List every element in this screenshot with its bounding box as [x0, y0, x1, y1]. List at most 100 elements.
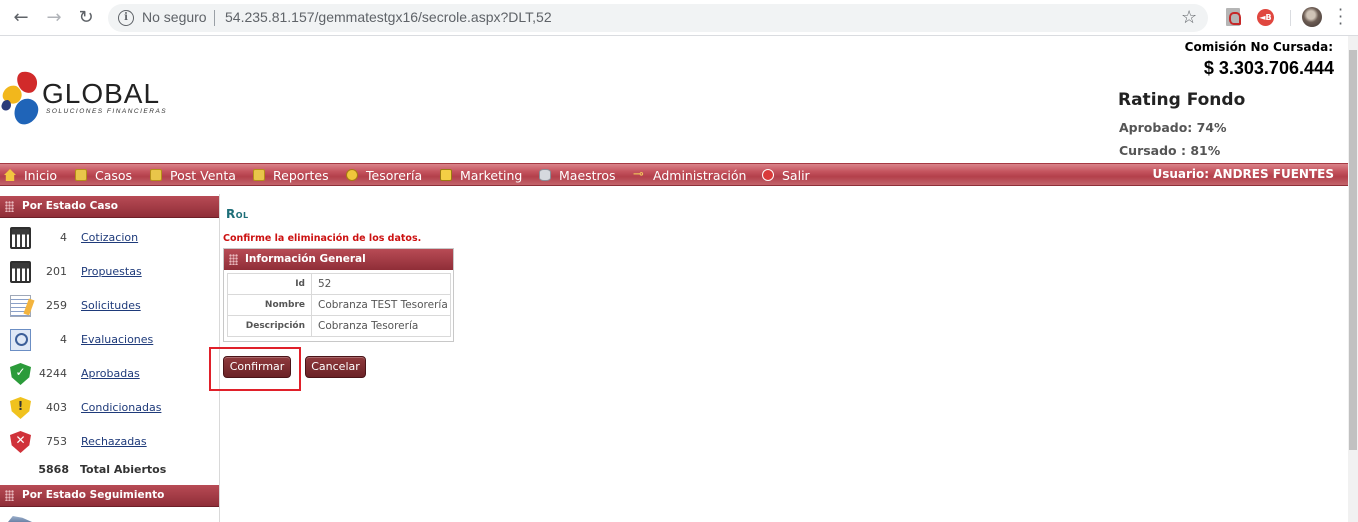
panel-header-estado-seguimiento: Por Estado Seguimiento	[0, 485, 219, 507]
url-text[interactable]: 54.235.81.157/gemmatestgx16/secrole.aspx…	[225, 9, 552, 25]
case-row-propuestas: 201 Propuestas	[0, 255, 219, 289]
case-count: 4	[60, 231, 67, 244]
case-row-rechazadas: ✕ 753 Rechazadas	[0, 425, 219, 459]
menu-label: Casos	[95, 168, 133, 183]
case-link-condicionadas[interactable]: Condicionadas	[81, 401, 161, 414]
case-link-evaluaciones[interactable]: Evaluaciones	[81, 333, 153, 346]
sidebar: Por Estado Caso 4 Cotizacion 201 Propues…	[0, 194, 220, 522]
menu-label: Administración	[653, 168, 747, 183]
screen-icon	[440, 169, 452, 181]
rating-coursed: Cursado : 81%	[1119, 143, 1221, 158]
magnifier-icon	[10, 329, 31, 351]
field-value: 52	[311, 273, 451, 295]
security-status: No seguro	[142, 9, 207, 25]
grip-icon	[5, 201, 14, 212]
case-row-evaluaciones: 4 Evaluaciones	[0, 323, 219, 357]
field-value: Cobranza TEST Tesorería	[311, 294, 451, 316]
back-arrow-icon[interactable]: ←	[10, 7, 32, 29]
pdf-extension-icon[interactable]	[1226, 8, 1241, 26]
grip-icon	[5, 490, 14, 501]
shield-x-icon: ✕	[10, 431, 31, 453]
info-table: Id 52 Nombre Cobranza TEST Tesorería Des…	[227, 273, 451, 337]
folder-icon	[253, 169, 265, 181]
shield-warning-icon: !	[10, 397, 31, 419]
menu-label: Inicio	[24, 168, 58, 183]
case-link-rechazadas[interactable]: Rechazadas	[81, 435, 147, 448]
forward-arrow-icon[interactable]: →	[43, 7, 65, 29]
case-count: 201	[46, 265, 67, 278]
confirm-message: Confirme la eliminación de los datos.	[223, 233, 422, 244]
info-panel: Información General Id 52 Nombre Cobranz…	[223, 248, 454, 342]
info-row-nombre: Nombre Cobranza TEST Tesorería	[227, 294, 451, 316]
exit-icon	[762, 169, 774, 181]
bookmark-star-icon[interactable]: ☆	[1181, 7, 1197, 28]
case-link-aprobadas[interactable]: Aprobadas	[81, 367, 140, 380]
cancel-button[interactable]: Cancelar	[305, 356, 366, 378]
extension-badge-icon[interactable]: ◄B	[1257, 9, 1274, 26]
case-link-propuestas[interactable]: Propuestas	[81, 265, 142, 278]
confirm-button[interactable]: Confirmar	[223, 356, 291, 378]
panel-title: Por Estado Seguimiento	[22, 489, 165, 501]
menu-item-marketing[interactable]: Marketing	[440, 168, 522, 183]
menu-item-tesoreria[interactable]: Tesorería	[346, 168, 422, 183]
case-link-solicitudes[interactable]: Solicitudes	[81, 299, 141, 312]
menu-item-administracion[interactable]: Administración	[633, 168, 746, 183]
menu-item-reportes[interactable]: Reportes	[253, 168, 329, 183]
menu-item-post-venta[interactable]: Post Venta	[150, 168, 236, 183]
case-row-cotizacion: 4 Cotizacion	[0, 221, 219, 255]
global-logo[interactable]: GLOBAL SOLUCIONES FINANCIERAS	[0, 70, 180, 130]
more-menu-icon[interactable]: · · ·	[1338, 2, 1346, 32]
menu-label: Salir	[782, 168, 810, 183]
page-title: Rol	[226, 207, 249, 221]
case-link-cotizacion[interactable]: Cotizacion	[81, 231, 138, 244]
document-edit-icon	[10, 295, 31, 317]
address-bar[interactable]: i No seguro 54.235.81.157/gemmatestgx16/…	[108, 4, 1208, 32]
panel-header-estado-caso: Por Estado Caso	[0, 196, 219, 218]
menu-item-salir[interactable]: Salir	[762, 168, 810, 183]
info-panel-header: Información General	[224, 249, 453, 270]
info-panel-title: Información General	[245, 253, 366, 265]
case-count: 259	[46, 299, 67, 312]
scrollbar-thumb[interactable]	[1349, 50, 1357, 450]
menu-item-inicio[interactable]: Inicio	[4, 168, 57, 183]
reload-icon[interactable]: ↻	[75, 7, 97, 29]
case-row-condicionadas: ! 403 Condicionadas	[0, 391, 219, 425]
panel-title: Por Estado Caso	[22, 200, 118, 212]
total-label: Total Abiertos	[80, 463, 167, 476]
coin-icon	[346, 169, 358, 181]
browser-toolbar: ← → ↻ i No seguro 54.235.81.157/gemmates…	[0, 0, 1358, 36]
info-row-descripcion: Descripción Cobranza Tesorería	[227, 315, 451, 337]
field-key: Nombre	[227, 294, 312, 316]
omnibox-divider	[214, 10, 215, 26]
calculator-icon	[10, 227, 31, 249]
menu-label: Marketing	[460, 168, 523, 183]
profile-avatar[interactable]	[1302, 7, 1322, 27]
grip-icon	[229, 254, 238, 265]
folder-icon	[75, 169, 87, 181]
brand-name: GLOBAL	[42, 78, 161, 109]
case-row-aprobadas: ✓ 4244 Aprobadas	[0, 357, 219, 391]
case-count: 4	[60, 333, 67, 346]
menu-label: Maestros	[559, 168, 616, 183]
info-row-id: Id 52	[227, 273, 451, 295]
page-scrollbar[interactable]	[1348, 36, 1358, 522]
toolbar-divider	[1290, 10, 1291, 26]
menu-label: Post Venta	[170, 168, 236, 183]
rating-approved: Aprobado: 74%	[1119, 120, 1227, 135]
folder-icon	[150, 169, 162, 181]
case-count: 403	[46, 401, 67, 414]
brand-tagline: SOLUCIONES FINANCIERAS	[46, 108, 168, 115]
case-row-solicitudes: 259 Solicitudes	[0, 289, 219, 323]
commission-label: Comisión No Cursada:	[1184, 40, 1333, 54]
field-key: Descripción	[227, 315, 312, 337]
menu-item-maestros[interactable]: Maestros	[539, 168, 616, 183]
calculator-icon	[10, 261, 31, 283]
menu-item-casos[interactable]: Casos	[75, 168, 132, 183]
commission-value: $ 3.303.706.444	[1203, 58, 1334, 78]
main-menu-bar: Inicio Casos Post Venta Reportes Tesorer…	[0, 163, 1348, 186]
field-value: Cobranza Tesorería	[311, 315, 451, 337]
info-icon[interactable]: i	[118, 10, 134, 26]
database-icon	[539, 169, 551, 181]
total-count: 5868	[38, 463, 69, 476]
field-key: Id	[227, 273, 312, 295]
